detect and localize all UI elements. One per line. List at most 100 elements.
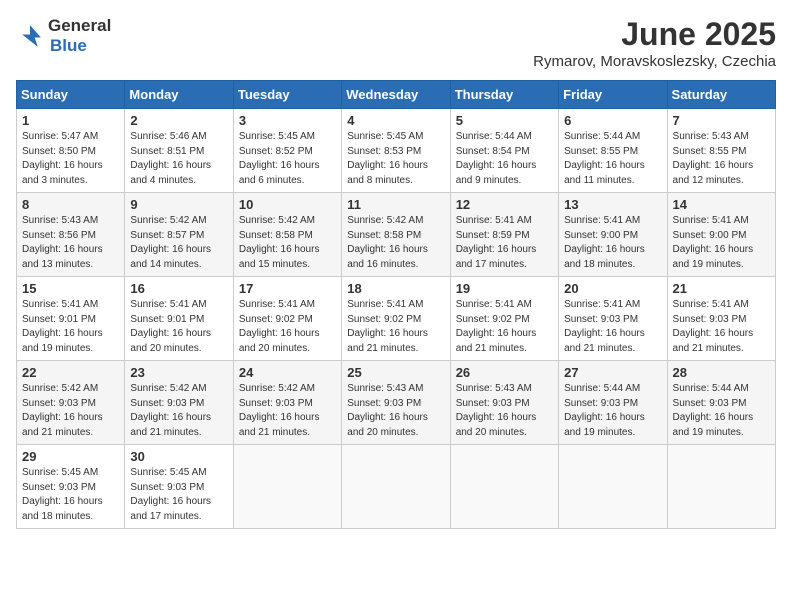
calendar-cell: 19 Sunrise: 5:41 AM Sunset: 9:02 PM Dayl… <box>450 277 558 361</box>
day-info: Sunrise: 5:41 AM Sunset: 9:01 PM Dayligh… <box>22 298 119 356</box>
sunset-label: Sunset: 9:01 PM <box>22 314 96 325</box>
day-number: 19 <box>456 281 553 296</box>
calendar-cell: 24 Sunrise: 5:42 AM Sunset: 9:03 PM Dayl… <box>233 361 341 445</box>
sunset-label: Sunset: 8:57 PM <box>130 230 204 241</box>
sunset-label: Sunset: 8:51 PM <box>130 146 204 157</box>
calendar-cell: 27 Sunrise: 5:44 AM Sunset: 9:03 PM Dayl… <box>559 361 667 445</box>
day-number: 24 <box>239 365 336 380</box>
day-info: Sunrise: 5:41 AM Sunset: 9:02 PM Dayligh… <box>347 298 444 356</box>
calendar-cell: 20 Sunrise: 5:41 AM Sunset: 9:03 PM Dayl… <box>559 277 667 361</box>
daylight-label: Daylight: 16 hoursand 21 minutes. <box>239 412 320 438</box>
day-info: Sunrise: 5:43 AM Sunset: 8:55 PM Dayligh… <box>673 130 770 188</box>
sunset-label: Sunset: 8:59 PM <box>456 230 530 241</box>
day-number: 30 <box>130 449 227 464</box>
day-info: Sunrise: 5:45 AM Sunset: 9:03 PM Dayligh… <box>130 466 227 524</box>
calendar-cell: 7 Sunrise: 5:43 AM Sunset: 8:55 PM Dayli… <box>667 109 775 193</box>
day-number: 29 <box>22 449 119 464</box>
sunrise-label: Sunrise: 5:42 AM <box>347 215 423 226</box>
calendar-cell: 5 Sunrise: 5:44 AM Sunset: 8:54 PM Dayli… <box>450 109 558 193</box>
sunrise-label: Sunrise: 5:46 AM <box>130 131 206 142</box>
day-info: Sunrise: 5:42 AM Sunset: 8:58 PM Dayligh… <box>239 214 336 272</box>
daylight-label: Daylight: 16 hoursand 20 minutes. <box>239 328 320 354</box>
daylight-label: Daylight: 16 hoursand 19 minutes. <box>22 328 103 354</box>
weekday-header-saturday: Saturday <box>667 81 775 109</box>
day-info: Sunrise: 5:41 AM Sunset: 9:01 PM Dayligh… <box>130 298 227 356</box>
daylight-label: Daylight: 16 hoursand 17 minutes. <box>130 496 211 522</box>
week-row-4: 22 Sunrise: 5:42 AM Sunset: 9:03 PM Dayl… <box>17 361 776 445</box>
calendar-cell: 17 Sunrise: 5:41 AM Sunset: 9:02 PM Dayl… <box>233 277 341 361</box>
weekday-header-thursday: Thursday <box>450 81 558 109</box>
day-info: Sunrise: 5:41 AM Sunset: 9:03 PM Dayligh… <box>564 298 661 356</box>
calendar-cell: 25 Sunrise: 5:43 AM Sunset: 9:03 PM Dayl… <box>342 361 450 445</box>
day-info: Sunrise: 5:42 AM Sunset: 9:03 PM Dayligh… <box>239 382 336 440</box>
sunrise-label: Sunrise: 5:43 AM <box>22 215 98 226</box>
day-info: Sunrise: 5:43 AM Sunset: 9:03 PM Dayligh… <box>347 382 444 440</box>
daylight-label: Daylight: 16 hoursand 21 minutes. <box>456 328 537 354</box>
day-info: Sunrise: 5:44 AM Sunset: 8:55 PM Dayligh… <box>564 130 661 188</box>
daylight-label: Daylight: 16 hoursand 4 minutes. <box>130 160 211 186</box>
day-info: Sunrise: 5:47 AM Sunset: 8:50 PM Dayligh… <box>22 130 119 188</box>
sunrise-label: Sunrise: 5:41 AM <box>564 215 640 226</box>
sunrise-label: Sunrise: 5:43 AM <box>347 383 423 394</box>
sunset-label: Sunset: 8:53 PM <box>347 146 421 157</box>
day-number: 9 <box>130 197 227 212</box>
sunrise-label: Sunrise: 5:45 AM <box>347 131 423 142</box>
day-info: Sunrise: 5:41 AM Sunset: 8:59 PM Dayligh… <box>456 214 553 272</box>
day-number: 11 <box>347 197 444 212</box>
logo: General Blue <box>16 16 111 56</box>
day-number: 7 <box>673 113 770 128</box>
daylight-label: Daylight: 16 hoursand 21 minutes. <box>22 412 103 438</box>
daylight-label: Daylight: 16 hoursand 3 minutes. <box>22 160 103 186</box>
day-info: Sunrise: 5:44 AM Sunset: 9:03 PM Dayligh… <box>673 382 770 440</box>
daylight-label: Daylight: 16 hoursand 12 minutes. <box>673 160 754 186</box>
sunrise-label: Sunrise: 5:45 AM <box>22 467 98 478</box>
daylight-label: Daylight: 16 hoursand 21 minutes. <box>347 328 428 354</box>
sunset-label: Sunset: 8:52 PM <box>239 146 313 157</box>
logo-general: General <box>48 16 111 35</box>
daylight-label: Daylight: 16 hoursand 9 minutes. <box>456 160 537 186</box>
day-info: Sunrise: 5:44 AM Sunset: 9:03 PM Dayligh… <box>564 382 661 440</box>
sunrise-label: Sunrise: 5:42 AM <box>239 383 315 394</box>
sunrise-label: Sunrise: 5:47 AM <box>22 131 98 142</box>
daylight-label: Daylight: 16 hoursand 8 minutes. <box>347 160 428 186</box>
calendar-cell: 28 Sunrise: 5:44 AM Sunset: 9:03 PM Dayl… <box>667 361 775 445</box>
sunrise-label: Sunrise: 5:41 AM <box>456 215 532 226</box>
weekday-header-tuesday: Tuesday <box>233 81 341 109</box>
sunset-label: Sunset: 9:03 PM <box>456 398 530 409</box>
calendar-cell <box>559 445 667 529</box>
sunrise-label: Sunrise: 5:44 AM <box>564 383 640 394</box>
sunset-label: Sunset: 8:58 PM <box>239 230 313 241</box>
sunrise-label: Sunrise: 5:41 AM <box>239 299 315 310</box>
calendar-cell: 29 Sunrise: 5:45 AM Sunset: 9:03 PM Dayl… <box>17 445 125 529</box>
header: General Blue June 2025 Rymarov, Moravsko… <box>16 16 776 70</box>
week-row-5: 29 Sunrise: 5:45 AM Sunset: 9:03 PM Dayl… <box>17 445 776 529</box>
day-number: 6 <box>564 113 661 128</box>
weekday-header-friday: Friday <box>559 81 667 109</box>
daylight-label: Daylight: 16 hoursand 19 minutes. <box>564 412 645 438</box>
logo-icon <box>16 22 44 50</box>
daylight-label: Daylight: 16 hoursand 6 minutes. <box>239 160 320 186</box>
day-number: 10 <box>239 197 336 212</box>
daylight-label: Daylight: 16 hoursand 20 minutes. <box>347 412 428 438</box>
day-number: 15 <box>22 281 119 296</box>
calendar-cell: 11 Sunrise: 5:42 AM Sunset: 8:58 PM Dayl… <box>342 193 450 277</box>
day-info: Sunrise: 5:41 AM Sunset: 9:00 PM Dayligh… <box>673 214 770 272</box>
day-info: Sunrise: 5:41 AM Sunset: 9:02 PM Dayligh… <box>456 298 553 356</box>
sunrise-label: Sunrise: 5:41 AM <box>347 299 423 310</box>
calendar-cell: 23 Sunrise: 5:42 AM Sunset: 9:03 PM Dayl… <box>125 361 233 445</box>
sunset-label: Sunset: 9:03 PM <box>673 398 747 409</box>
week-row-2: 8 Sunrise: 5:43 AM Sunset: 8:56 PM Dayli… <box>17 193 776 277</box>
sunrise-label: Sunrise: 5:45 AM <box>130 467 206 478</box>
daylight-label: Daylight: 16 hoursand 19 minutes. <box>673 412 754 438</box>
sunrise-label: Sunrise: 5:42 AM <box>130 215 206 226</box>
daylight-label: Daylight: 16 hoursand 21 minutes. <box>130 412 211 438</box>
day-number: 18 <box>347 281 444 296</box>
day-number: 12 <box>456 197 553 212</box>
sunrise-label: Sunrise: 5:44 AM <box>673 383 749 394</box>
calendar-cell: 10 Sunrise: 5:42 AM Sunset: 8:58 PM Dayl… <box>233 193 341 277</box>
day-number: 25 <box>347 365 444 380</box>
weekday-header-wednesday: Wednesday <box>342 81 450 109</box>
day-number: 13 <box>564 197 661 212</box>
calendar-cell: 21 Sunrise: 5:41 AM Sunset: 9:03 PM Dayl… <box>667 277 775 361</box>
weekday-header-row: SundayMondayTuesdayWednesdayThursdayFrid… <box>17 81 776 109</box>
